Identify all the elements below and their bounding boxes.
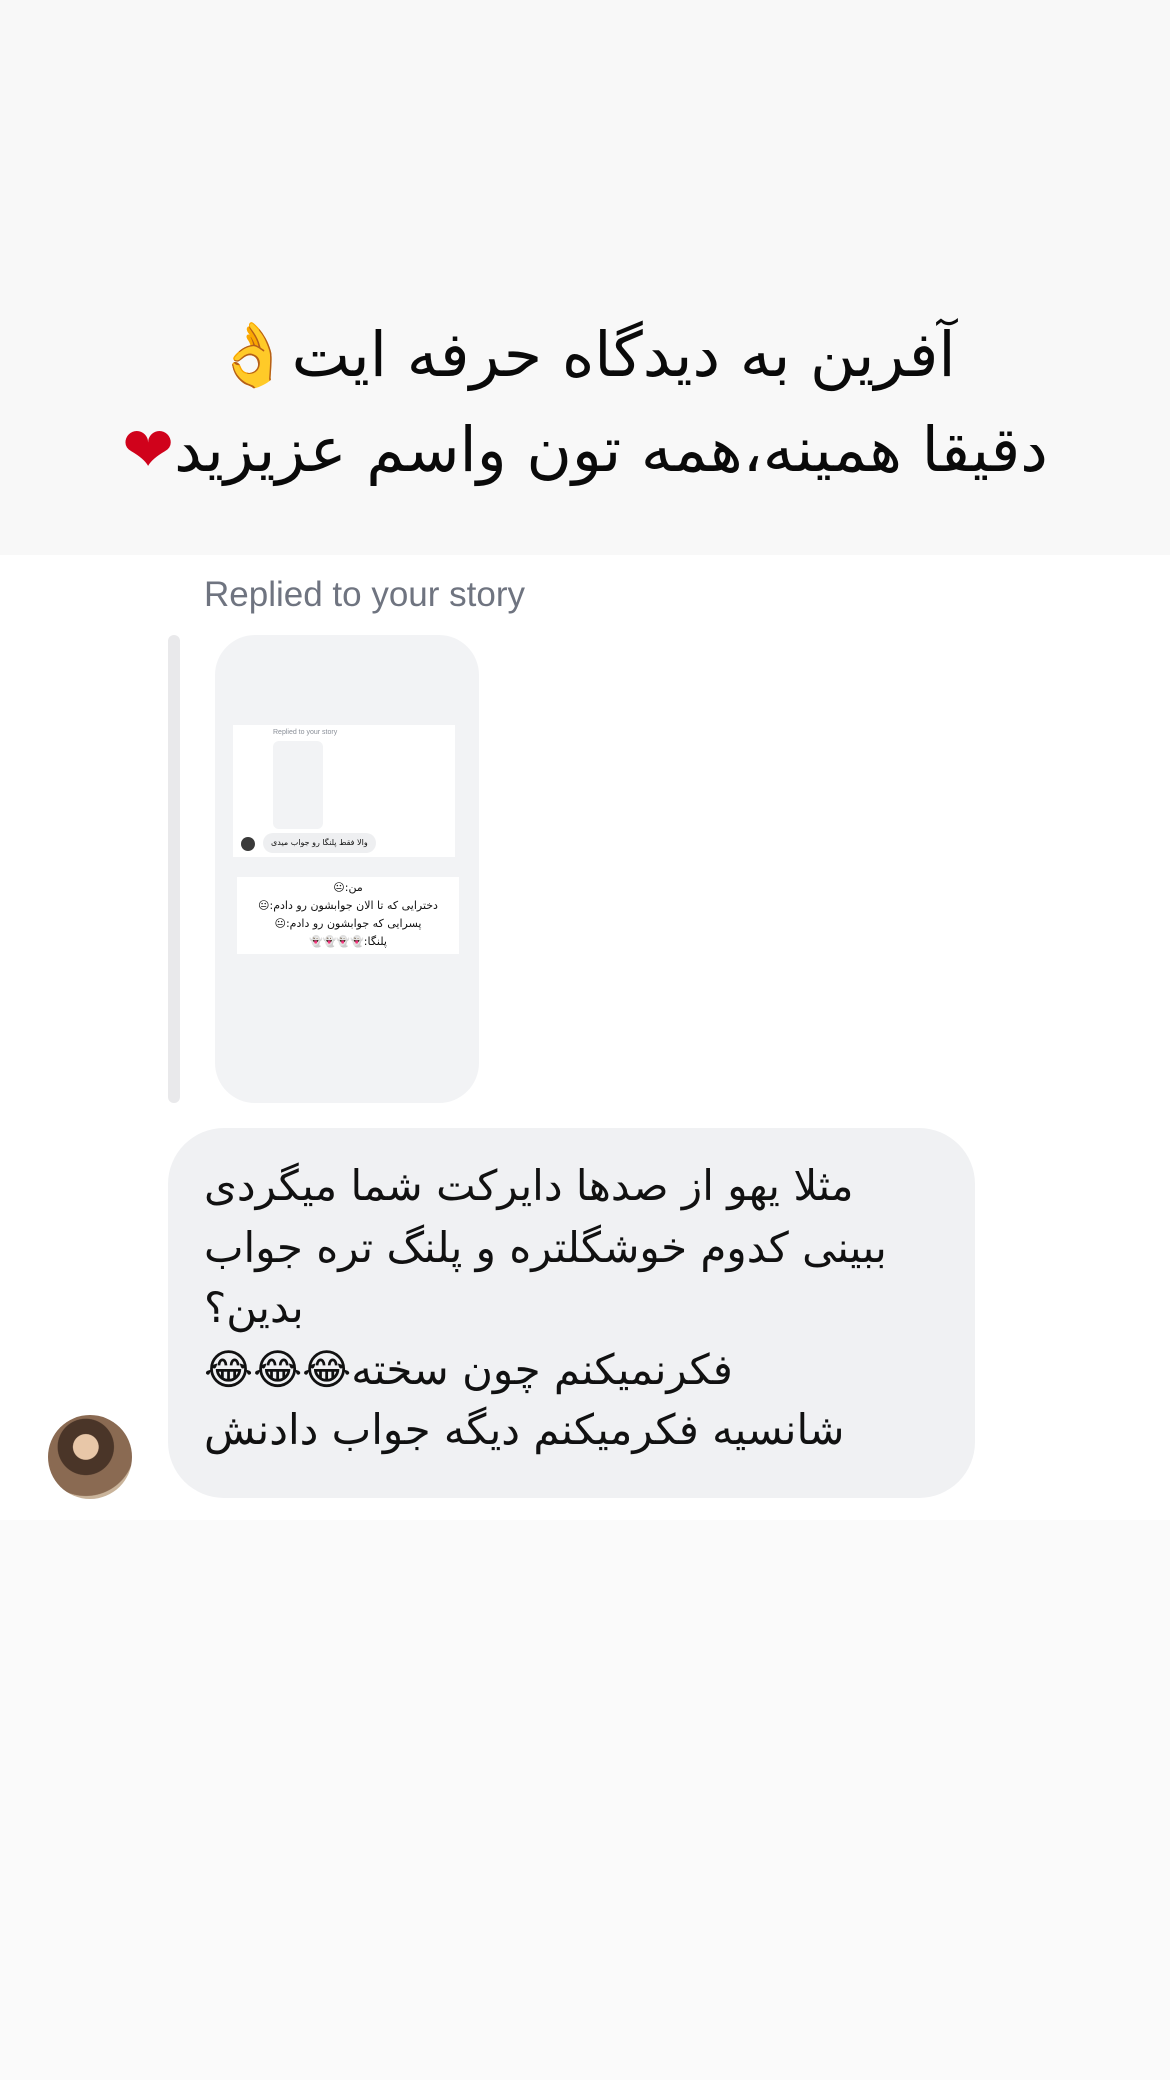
story-preview-card[interactable]: Replied to your story والا فقط پلنگا رو … bbox=[215, 635, 479, 1103]
sender-avatar[interactable] bbox=[48, 1415, 132, 1499]
caption-line-1-text: آفرین به دیدگاه حرفه ایت bbox=[291, 318, 956, 391]
story-preview-line: پلنگا:👻👻👻👻 bbox=[309, 935, 387, 948]
story-caption: آفرین به دیدگاه حرفه ایت👌 دقیقا همینه،هم… bbox=[0, 0, 1170, 555]
message-line: مثلا یهو از صدها دایرکت شما میگردی bbox=[204, 1161, 854, 1210]
message-line: فکرنمیکنم چون سخته😂😂😂 bbox=[204, 1345, 733, 1394]
story-preview-reply-bubble: والا فقط پلنگا رو جواب میدی bbox=[263, 833, 376, 853]
story-preview-replied-label: Replied to your story bbox=[273, 729, 338, 736]
story-preview-line: پسرایی که جوابشون رو دادم:😐 bbox=[274, 917, 422, 930]
reply-indicator-bar bbox=[168, 635, 180, 1103]
ok-hand-icon: 👌 bbox=[214, 318, 292, 391]
story-preview-line: من:😐 bbox=[333, 881, 363, 894]
caption-line-1: آفرین به دیدگاه حرفه ایت👌 bbox=[0, 310, 1170, 400]
message-line: بدین؟ bbox=[204, 1283, 304, 1332]
story-preview-text: من:😐 دخترایی که تا الان جوابشون رو دادم:… bbox=[237, 877, 459, 954]
story-preview-screenshot: Replied to your story والا فقط پلنگا رو … bbox=[233, 725, 455, 857]
heart-icon: ❤ bbox=[122, 413, 175, 486]
message-bubble[interactable]: مثلا یهو از صدها دایرکت شما میگردی ببینی… bbox=[168, 1128, 975, 1498]
message-thread: Replied to your story Replied to your st… bbox=[0, 555, 1170, 1520]
caption-line-2: دقیقا همینه،همه تون واسم عزیزید❤ bbox=[0, 405, 1170, 495]
story-preview-inner-card bbox=[273, 741, 323, 829]
story-preview-avatar bbox=[241, 837, 255, 851]
story-preview-line: دخترایی که تا الان جوابشون رو دادم:😐 bbox=[258, 899, 438, 912]
message-line: شانسیه فکرمیکنم دیگه جواب دادنش bbox=[204, 1405, 845, 1454]
replied-to-story-label: Replied to your story bbox=[204, 575, 525, 614]
caption-line-2-text: دقیقا همینه،همه تون واسم عزیزید bbox=[174, 413, 1048, 486]
message-line: ببینی کدوم خوشگلتره و پلنگ تره جواب bbox=[204, 1223, 887, 1272]
